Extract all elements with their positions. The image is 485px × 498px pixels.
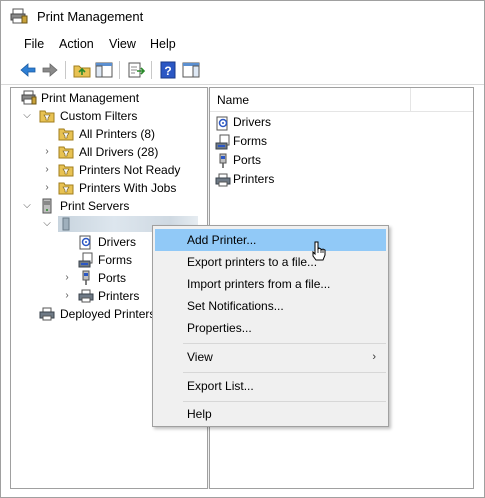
tree-label: Forms [98,253,132,267]
menu-item-label: Properties... [187,321,252,335]
forms-icon [78,252,93,268]
tree-item-print-management[interactable]: Print Management [11,89,206,107]
tree-item-printers-with-jobs[interactable]: › Printers With Jobs [11,179,206,197]
menu-item-set-notifications[interactable]: Set Notifications... [155,295,386,317]
expand-chevron-icon[interactable]: › [41,161,53,179]
expand-chevron-icon[interactable]: › [41,143,53,161]
menu-file[interactable]: File [24,37,44,51]
toolbar-separator [151,61,152,79]
tree-label: Deployed Printers [60,307,156,321]
toolbar-separator [65,61,66,79]
export-list-icon[interactable] [126,60,146,80]
list-item-ports[interactable]: Ports [210,151,473,170]
list-item-forms[interactable]: Forms [210,132,473,151]
list-item-drivers[interactable]: Drivers [210,113,473,132]
tree-item-custom-filters[interactable]: ⌵ Custom Filters [11,107,206,125]
menu-item-help[interactable]: Help [155,403,386,425]
menu-item-label: View [187,350,213,364]
tree-label: Custom Filters [60,109,138,123]
menu-bar: File Action View Help [1,32,484,54]
tree-label: Ports [98,271,127,285]
collapse-chevron-icon[interactable]: ⌵ [21,197,33,215]
title-bar: Print Management [1,1,484,31]
column-header-label: Name [217,93,250,107]
context-menu: Add Printer... Export printers to a file… [152,225,389,427]
menu-item-label: Export List... [187,379,254,393]
expand-chevron-icon[interactable]: › [41,179,53,197]
menu-separator [183,343,386,344]
menu-view[interactable]: View [109,37,136,51]
help-icon[interactable]: ? [158,60,178,80]
menu-item-import-printers[interactable]: Import printers from a file... [155,273,386,295]
window-title: Print Management [37,9,144,24]
forms-icon [215,134,230,150]
menu-action[interactable]: Action [59,37,94,51]
forward-arrow-icon[interactable] [40,60,60,80]
column-header-name[interactable]: Name [210,88,473,112]
menu-item-label: Help [187,407,212,421]
show-hide-tree-icon[interactable] [94,60,114,80]
server-icon [62,217,70,231]
back-arrow-icon[interactable] [18,60,38,80]
filter-folder-icon [58,182,74,195]
up-folder-icon[interactable] [72,60,92,80]
tree-label: Printers Not Ready [79,163,181,177]
menu-item-label: Export printers to a file... [187,255,318,269]
menu-item-export-printers[interactable]: Export printers to a file... [155,251,386,273]
tree-label: Drivers [98,235,136,249]
tree-label: All Printers (8) [79,127,156,141]
filter-folder-icon [58,128,74,141]
toolbar-separator [119,61,120,79]
menu-item-label: Add Printer... [187,233,257,247]
deployed-printer-icon [39,307,55,321]
expand-chevron-icon[interactable]: › [61,287,73,305]
list-item-label: Forms [233,134,267,148]
filter-folder-icon [58,146,74,159]
print-management-icon [10,8,28,24]
server-icon [42,198,52,214]
expand-chevron-icon[interactable]: › [61,269,73,287]
collapse-chevron-icon[interactable]: ⌵ [41,215,53,233]
menu-item-add-printer[interactable]: Add Printer... [155,229,386,251]
column-separator[interactable] [410,88,411,112]
menu-item-label: Set Notifications... [187,299,284,313]
tree-label: Print Management [41,91,140,105]
printer-icon [215,173,231,187]
svg-text:?: ? [164,64,171,78]
filter-folder-icon [39,110,55,123]
tree-item-all-printers[interactable]: All Printers (8) [11,125,206,143]
print-management-window: Print Management File Action View Help ?… [0,0,485,498]
tree-item-all-drivers[interactable]: › All Drivers (28) [11,143,206,161]
list-item-label: Drivers [233,115,271,129]
tree-label: All Drivers (28) [79,145,159,159]
menu-separator [183,372,386,373]
tree-item-printers-not-ready[interactable]: › Printers Not Ready [11,161,206,179]
menu-item-properties[interactable]: Properties... [155,317,386,339]
drivers-icon [79,235,91,250]
submenu-arrow-icon: › [372,351,376,363]
menu-help[interactable]: Help [150,37,176,51]
drivers-icon [216,116,228,131]
list-item-printers[interactable]: Printers [210,170,473,189]
print-management-icon [21,90,37,105]
mouse-cursor-icon [312,241,326,261]
menu-separator [183,401,386,402]
printer-icon [78,289,94,303]
port-icon [82,270,90,285]
menu-item-view[interactable]: View › [155,346,386,368]
list-item-label: Ports [233,153,262,167]
port-icon [219,153,227,168]
collapse-chevron-icon[interactable]: ⌵ [21,107,33,125]
filter-folder-icon [58,164,74,177]
toolbar: ? [1,55,484,85]
menu-item-export-list[interactable]: Export List... [155,375,386,397]
list-item-label: Printers [233,172,275,186]
menu-item-label: Import printers from a file... [187,277,331,291]
action-pane-icon[interactable] [181,60,201,80]
tree-item-print-servers[interactable]: ⌵ Print Servers [11,197,206,215]
tree-label: Printers With Jobs [79,181,177,195]
tree-label: Print Servers [60,199,130,213]
tree-label: Printers [98,289,140,303]
